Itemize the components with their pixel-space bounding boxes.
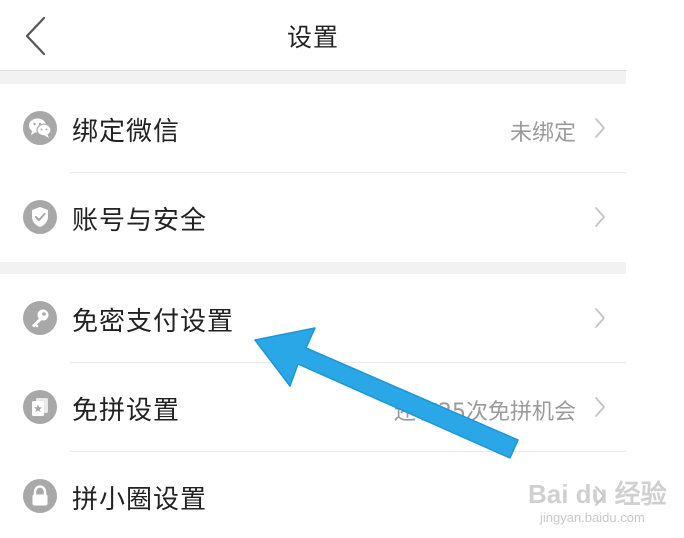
key-icon [23,301,57,335]
row-label: 绑定微信 [72,117,181,147]
section-separator [0,71,626,84]
chevron-right-icon [594,485,606,507]
row-value: 还有25次免拼机会 [394,400,576,425]
section-separator [0,262,626,274]
header-bar: 设置 [0,0,626,71]
row-label: 拼小圈设置 [72,485,208,515]
chevron-right-icon [594,396,606,418]
chevron-right-icon [594,117,606,139]
settings-row-account-security[interactable]: 账号与安全 [0,173,626,262]
shield-check-icon [23,200,57,234]
wechat-icon [23,111,57,145]
row-label: 免密支付设置 [72,307,235,337]
settings-screen: 设置 绑定微信 未绑定 账号与安全 免密支付设置 免拼设置 还有25次免拼机会 … [0,0,626,538]
settings-row-group-free[interactable]: 免拼设置 还有25次免拼机会 [0,363,626,452]
row-label: 免拼设置 [72,396,181,426]
right-margin [626,0,684,538]
page-title: 设置 [286,23,339,52]
settings-row-pin-circle[interactable]: 拼小圈设置 [0,452,626,538]
row-label: 账号与安全 [72,206,208,236]
lock-icon [23,479,57,513]
row-value: 未绑定 [509,121,576,146]
chevron-right-icon [594,307,606,329]
card-star-icon [23,390,57,424]
settings-row-bind-wechat[interactable]: 绑定微信 未绑定 [0,84,626,173]
settings-row-password-free-payment[interactable]: 免密支付设置 [0,274,626,363]
chevron-right-icon [594,206,606,228]
